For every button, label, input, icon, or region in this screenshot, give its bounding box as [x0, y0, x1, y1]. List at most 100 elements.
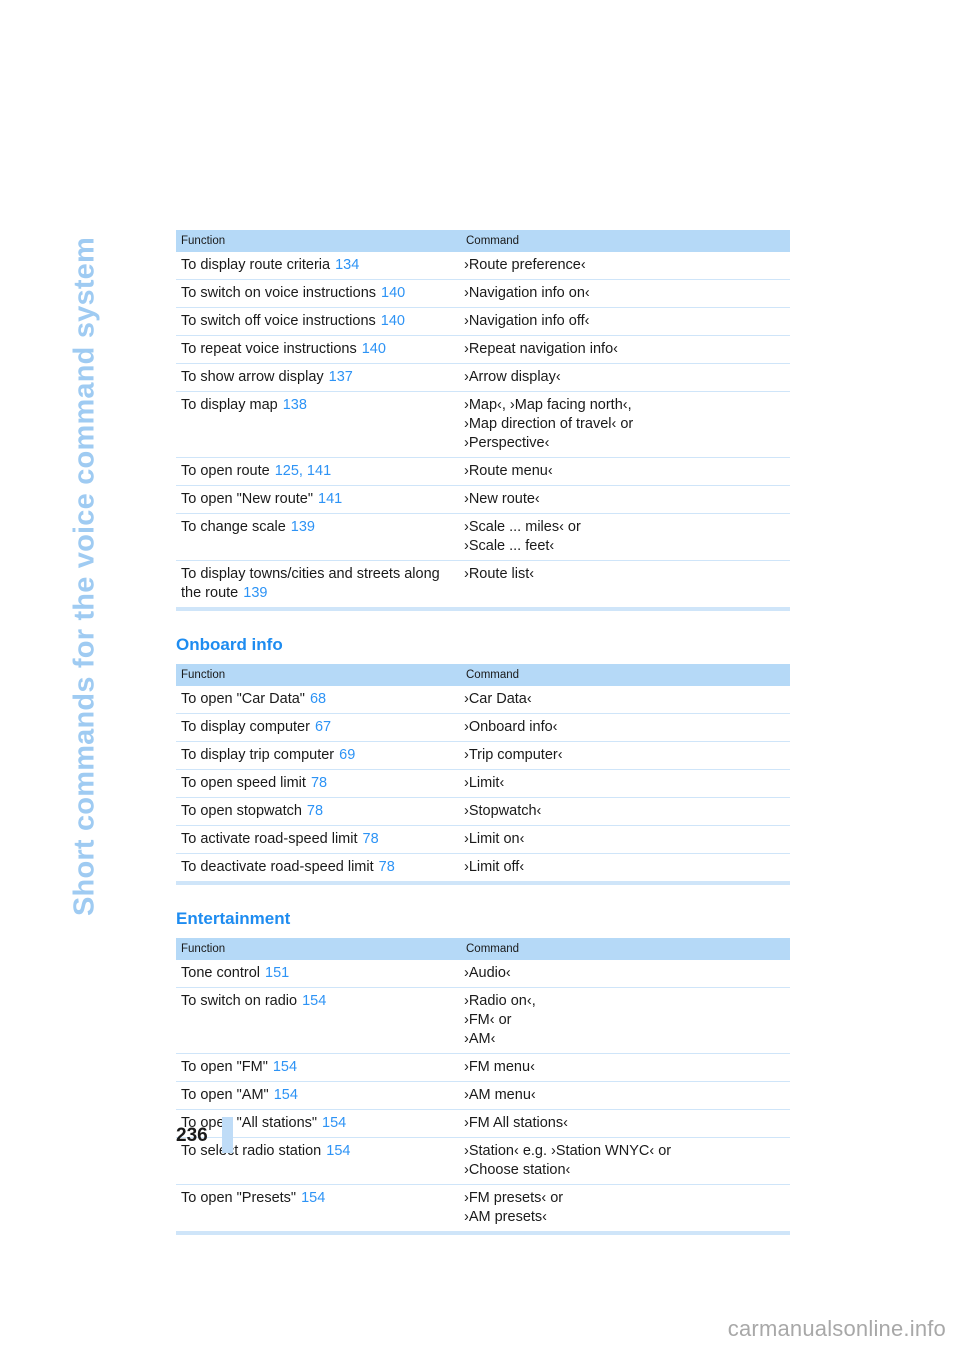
page-reference[interactable]: 154 — [326, 1143, 350, 1159]
page-reference[interactable]: 78 — [379, 859, 395, 875]
command-text: ›FM menu‹ — [464, 1059, 535, 1075]
table-row: To switch on radio 154 ›Radio on‹, ›FM‹ or ›… — [176, 987, 790, 1054]
cell-command: ›Scale ... miles‹ or ›Scale ... feet‹ — [461, 513, 790, 561]
cell-command: ›Station‹ e.g. ›Station WNYC‹ or ›Choose … — [461, 1137, 790, 1185]
function-label: To display map — [181, 397, 278, 413]
command-text: ›Trip computer‹ — [464, 747, 563, 763]
cell-function: To open "Car Data" 68 — [176, 686, 461, 714]
cell-command: ›Trip computer‹ — [461, 741, 790, 770]
table-header-row: Function Command — [176, 664, 790, 686]
page-reference[interactable]: 137 — [329, 369, 353, 385]
function-label: To open "AM" — [181, 1087, 269, 1103]
page-reference[interactable]: 154 — [322, 1115, 346, 1131]
command-text: ›Stopwatch‹ — [464, 803, 542, 819]
cell-command: ›Audio‹ — [461, 960, 790, 988]
table-row: To open stopwatch 78 ›Stopwatch‹ — [176, 797, 790, 826]
cell-function: To switch on voice instructions 140 — [176, 279, 461, 308]
command-text: ›Route preference‹ — [464, 257, 586, 273]
cell-function: To display towns/cities and streets alon… — [176, 561, 461, 608]
function-label: To open "Car Data" — [181, 691, 305, 707]
function-label: To open route — [181, 463, 270, 479]
cell-command: ›Route preference‹ — [461, 252, 790, 280]
page-footer: 236 — [176, 1117, 233, 1153]
command-text: ›Car Data‹ — [464, 691, 532, 707]
page-reference[interactable]: 141 — [318, 491, 342, 507]
cell-function: To display route criteria 134 — [176, 252, 461, 280]
table-row: To open "New route" 141 ›New route‹ — [176, 485, 790, 514]
cell-command: ›Limit‹ — [461, 769, 790, 798]
table-row: To switch on voice instructions 140 ›Navig… — [176, 279, 790, 308]
page-reference[interactable]: 67 — [315, 719, 331, 735]
function-label: To change scale — [181, 519, 286, 535]
watermark: carmanualsonline.info — [727, 1316, 946, 1341]
function-label: To deactivate road-speed limit — [181, 859, 374, 875]
cell-function: To open "FM" 154 — [176, 1053, 461, 1082]
column-header-command: Command — [461, 230, 790, 252]
cell-function: To show arrow display 137 — [176, 363, 461, 392]
page-reference[interactable]: 134 — [335, 257, 359, 273]
cell-command: ›Radio on‹, ›FM‹ or ›AM‹ — [461, 987, 790, 1054]
function-label: Tone control — [181, 965, 260, 981]
page-reference[interactable]: 68 — [310, 691, 326, 707]
cell-function: To display trip computer 69 — [176, 741, 461, 770]
command-text: ›Audio‹ — [464, 965, 511, 981]
section-heading: Onboard info — [176, 635, 283, 654]
cell-command: ›Navigation info off‹ — [461, 307, 790, 336]
function-label: To switch off voice instructions — [181, 313, 376, 329]
function-label: To activate road-speed limit — [181, 831, 358, 847]
table-row: To open speed limit 78 ›Limit‹ — [176, 769, 790, 798]
cell-function: To open "Presets" 154 — [176, 1185, 461, 1232]
page-reference[interactable]: 78 — [307, 803, 323, 819]
function-label: To switch on radio — [181, 993, 298, 1009]
table-row: To activate road-speed limit 78 ›Limit on‹ — [176, 825, 790, 854]
command-table-wrapper: Function Command Tone control 151 ›Audio‹ To … — [176, 938, 790, 1235]
command-text: ›Scale ... miles‹ or ›Scale ... feet‹ — [464, 519, 581, 554]
table-row: To change scale 139 ›Scale ... miles‹ or ›S… — [176, 513, 790, 561]
page-reference[interactable]: 151 — [265, 965, 289, 981]
page-reference[interactable]: 125, 141 — [275, 463, 331, 479]
command-text: ›FM All stations‹ — [464, 1115, 568, 1131]
cell-command: ›Car Data‹ — [461, 686, 790, 714]
page-reference[interactable]: 140 — [381, 313, 405, 329]
command-text: ›Map‹, ›Map facing north‹, ›Map direction… — [464, 397, 634, 451]
cell-function: To display map 138 — [176, 391, 461, 458]
side-tab-title: Short commands for the voice command sys… — [68, 237, 101, 916]
function-label: To display computer — [181, 719, 310, 735]
command-text: ›Navigation info on‹ — [464, 285, 590, 301]
cell-command: ›Stopwatch‹ — [461, 797, 790, 826]
cell-command: ›Route list‹ — [461, 561, 790, 608]
cell-function: To open "AM" 154 — [176, 1081, 461, 1110]
page-reference[interactable]: 138 — [283, 397, 307, 413]
command-text: ›Repeat navigation info‹ — [464, 341, 618, 357]
side-tab: Short commands for the voice command sys… — [0, 0, 170, 1000]
function-label: To display towns/cities and streets alon… — [181, 566, 440, 601]
page-number-bar — [221, 1117, 233, 1153]
cell-function: To display computer 67 — [176, 713, 461, 742]
column-header-function: Function — [176, 230, 461, 252]
cell-function: To deactivate road-speed limit 78 — [176, 854, 461, 882]
page-reference[interactable]: 139 — [243, 585, 267, 601]
cell-function: To repeat voice instructions 140 — [176, 335, 461, 364]
cell-function: To change scale 139 — [176, 513, 461, 561]
function-label: To display trip computer — [181, 747, 335, 763]
function-label: To open "FM" — [181, 1059, 268, 1075]
page-reference[interactable]: 78 — [311, 775, 327, 791]
command-table: Function Command Tone control 151 ›Audio‹ To … — [176, 938, 790, 1231]
page-reference[interactable]: 69 — [339, 747, 355, 763]
page-reference[interactable]: 154 — [301, 1190, 325, 1206]
command-table-wrapper: Function Command To open "Car Data" 68 ›Car … — [176, 664, 790, 885]
table-row: To show arrow display 137 ›Arrow display‹ — [176, 363, 790, 392]
page-reference[interactable]: 154 — [274, 1087, 298, 1103]
command-table: Function Command To open "Car Data" 68 ›Car … — [176, 664, 790, 881]
page-reference[interactable]: 140 — [381, 285, 405, 301]
function-label: To repeat voice instructions — [181, 341, 357, 357]
column-header-function: Function — [176, 938, 461, 960]
function-label: To open "Presets" — [181, 1190, 297, 1206]
page-reference[interactable]: 78 — [363, 831, 379, 847]
page-reference[interactable]: 140 — [362, 341, 386, 357]
page-reference[interactable]: 154 — [302, 993, 326, 1009]
page-reference[interactable]: 154 — [273, 1059, 297, 1075]
page-reference[interactable]: 139 — [291, 519, 315, 535]
cell-command: ›Arrow display‹ — [461, 363, 790, 392]
function-label: To open stopwatch — [181, 803, 302, 819]
